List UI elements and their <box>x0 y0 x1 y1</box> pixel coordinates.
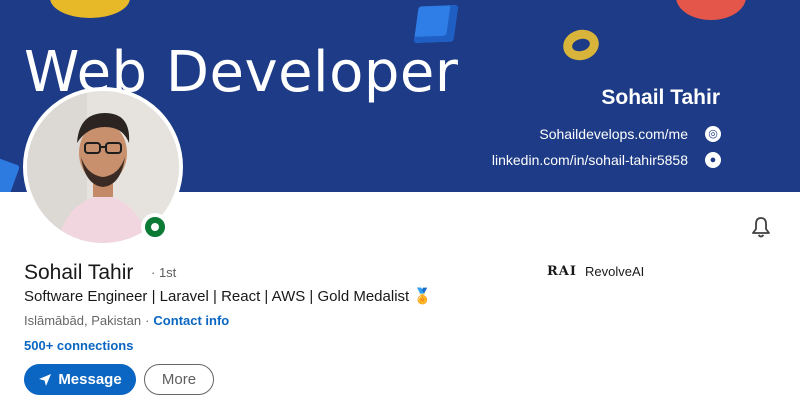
contact-info-link[interactable]: Contact info <box>153 313 229 328</box>
banner-name: Sohail Tahir <box>601 86 720 109</box>
message-button[interactable]: Message <box>24 364 136 395</box>
message-button-label: Message <box>58 371 122 388</box>
profile-location: Islāmābād, Pakistan <box>24 313 142 328</box>
more-button[interactable]: More <box>144 364 214 395</box>
separator: · <box>145 313 150 328</box>
decorative-ring <box>559 25 603 65</box>
banner-website: Sohaildevelops.com/me <box>539 126 688 142</box>
profile-name: Sohail Tahir <box>24 261 134 284</box>
open-to-work-ring-icon <box>141 213 169 241</box>
current-company[interactable]: RAI RevolveAI <box>547 264 644 279</box>
decorative-shape <box>50 0 130 18</box>
profile-location-row: Islāmābād, Pakistan · Contact info <box>24 313 229 328</box>
company-name: RevolveAI <box>584 264 645 279</box>
decorative-cube <box>413 5 459 43</box>
send-icon <box>39 373 52 386</box>
bell-icon[interactable] <box>748 214 774 240</box>
profile-headline: Software Engineer | Laravel | React | AW… <box>24 288 433 305</box>
connection-degree: · 1st <box>151 265 177 280</box>
globe-icon: ◎ <box>705 126 721 142</box>
company-logo: RAI <box>547 264 577 279</box>
more-button-label: More <box>161 371 197 388</box>
banner-linkedin: linkedin.com/in/sohail-tahir5858 <box>491 152 688 168</box>
connections-link[interactable]: 500+ connections <box>24 338 133 353</box>
decorative-shape <box>676 0 746 20</box>
decorative-shape <box>0 156 20 192</box>
person-icon: ● <box>705 152 721 168</box>
